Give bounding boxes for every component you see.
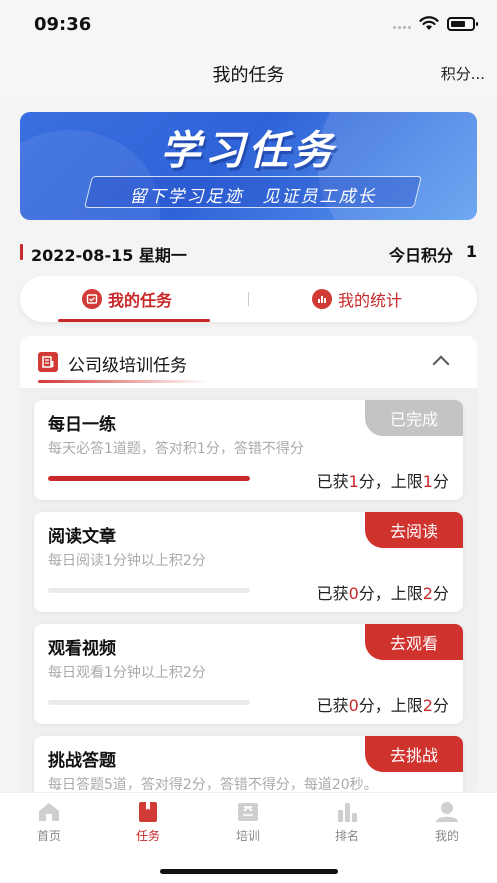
nav-item-home[interactable]: 首页 [19,801,79,844]
today-score-value: 1 [465,242,477,261]
task-title: 每日一练 [48,415,116,435]
nav-item-training[interactable]: 培训 [218,801,278,844]
home-indicator [160,869,338,874]
task-book-icon [136,801,160,823]
tab-divider [248,292,249,306]
status-icons [393,16,478,31]
task-action-button[interactable]: 去观看 [365,624,463,660]
task-points: 已获0分，上限2分 [316,584,449,603]
battery-icon [447,16,478,31]
task-description: 每天必答1道题，答对积1分，答错不得分 [48,441,304,457]
task-progress-bar [48,588,250,593]
tab-bar: 我的任务 我的统计 [20,276,477,322]
date-text: 2022-08-15 星期一 [31,246,187,265]
task-points: 已获1分，上限1分 [316,472,449,491]
task-description: 每日观看1分钟以上积2分 [48,665,206,681]
nav-bar: 我的任务 积分... [0,50,497,96]
section-header[interactable]: 公司级培训任务 [20,336,477,388]
date-marker [20,244,23,260]
training-icon [236,801,260,823]
banner-subtitle: 留下学习足迹 见证员工成长 [129,187,377,207]
ranking-icon [335,801,359,823]
stats-icon [312,289,332,309]
profile-icon [435,801,459,823]
page-title: 我的任务 [212,65,285,86]
task-progress-bar [48,476,250,481]
task-title: 挑战答题 [48,751,116,771]
task-action-button[interactable]: 去阅读 [365,512,463,548]
task-card: 每日一练 每天必答1道题，答对积1分，答错不得分 已完成 已获1分，上限1分 [34,400,463,500]
nav-item-profile[interactable]: 我的 [417,801,477,844]
home-icon [37,801,61,823]
task-points: 已获0分，上限2分 [316,696,449,715]
task-icon [82,289,102,309]
status-bar: 09:36 [0,0,497,50]
today-score-label: 今日积分 [388,246,453,265]
active-tab-indicator [58,319,210,322]
section-title: 公司级培训任务 [68,356,187,376]
section-underline [38,380,208,383]
task-card: 挑战答题 每日答题5道，答对得2分，答错不得分，每道20秒。 去挑战 [34,736,463,796]
task-description: 每日答题5道，答对得2分，答错不得分，每道20秒。 [48,777,378,793]
task-progress-bar [48,700,250,705]
nav-item-ranking[interactable]: 排名 [317,801,377,844]
nav-item-tasks[interactable]: 任务 [118,801,178,844]
signal-icon [393,19,411,29]
company-training-section: 公司级培训任务 每日一练 每天必答1道题，答对积1分，答错不得分 已完成 已获1… [20,336,477,796]
tab-label: 我的统计 [338,291,403,310]
status-time: 09:36 [34,14,92,35]
task-title: 阅读文章 [48,527,116,547]
wifi-icon [419,16,439,30]
chevron-up-icon[interactable] [432,355,450,373]
task-card: 阅读文章 每日阅读1分钟以上积2分 去阅读 已获0分，上限2分 [34,512,463,612]
tab-my-stats[interactable]: 我的统计 [312,276,402,322]
task-title: 观看视频 [48,639,116,659]
summary-row: 2022-08-15 星期一 今日积分 1 [20,240,477,266]
tab-label: 我的任务 [108,291,173,310]
task-progress-fill [48,476,250,481]
banner-title: 学习任务 [160,128,337,174]
points-link[interactable]: 积分... [441,63,485,84]
task-action-button[interactable]: 已完成 [365,400,463,436]
task-card: 观看视频 每日观看1分钟以上积2分 去观看 已获0分，上限2分 [34,624,463,724]
task-description: 每日阅读1分钟以上积2分 [48,553,206,569]
tab-my-tasks[interactable]: 我的任务 [82,276,172,322]
banner: 学习任务 留下学习足迹 见证员工成长 [20,112,477,220]
document-icon [38,352,58,372]
task-action-button[interactable]: 去挑战 [365,736,463,772]
